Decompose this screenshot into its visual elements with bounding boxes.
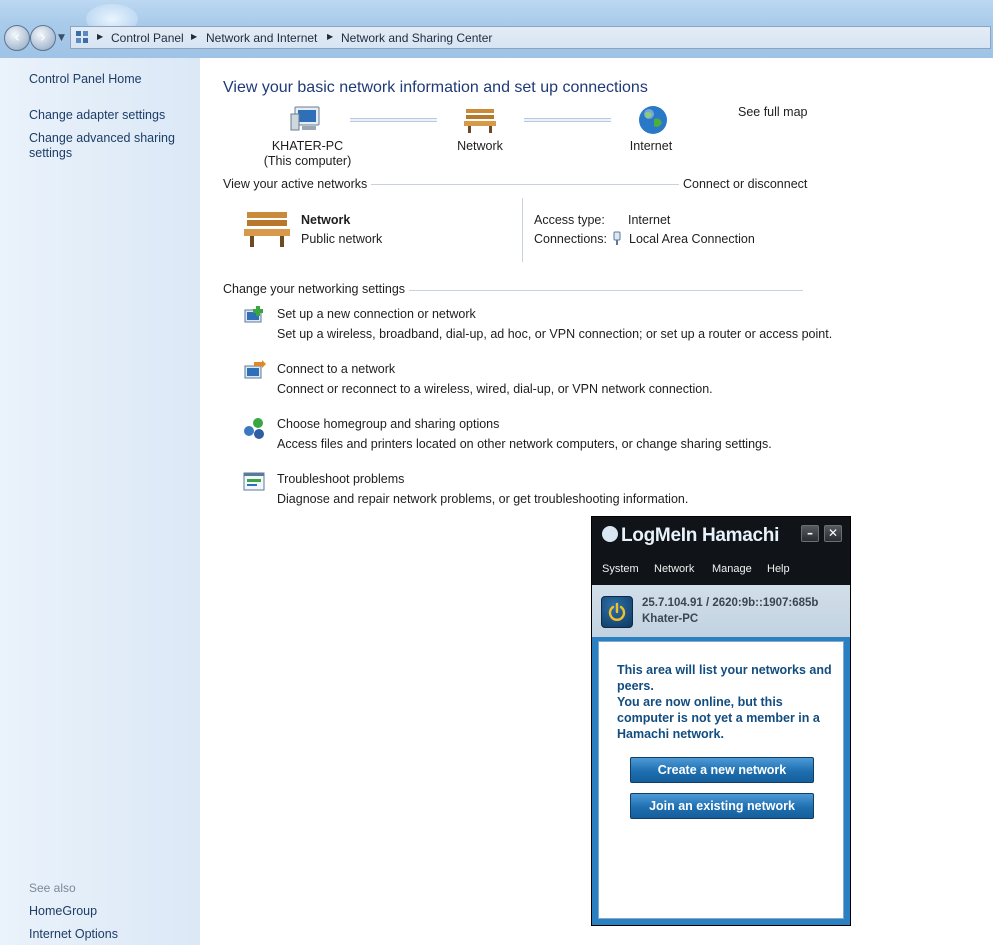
sidebar: Control Panel Home Change adapter settin…: [0, 58, 200, 945]
map-connection-line: [350, 118, 437, 122]
ethernet-plug-icon: [613, 231, 621, 245]
control-panel-icon: [76, 31, 88, 43]
power-icon: [608, 602, 626, 621]
task-connect-network-desc: Connect or reconnect to a wireless, wire…: [277, 382, 713, 396]
access-type-value: Internet: [628, 213, 671, 227]
hamachi-network-list: This area will list your networks and pe…: [598, 641, 844, 919]
create-network-button[interactable]: Create a new network: [630, 757, 814, 783]
hamachi-title: LogMeIn Hamachi: [602, 525, 779, 551]
hamachi-ip-address: 25.7.104.91 / 2620:9b::1907:685b: [642, 597, 819, 609]
connect-network-icon: [244, 360, 266, 379]
homegroup-icon: [244, 418, 264, 439]
connect-or-disconnect-link[interactable]: Connect or disconnect: [679, 177, 808, 191]
menu-help[interactable]: Help: [767, 563, 790, 575]
hamachi-network-area: This area will list your networks and pe…: [592, 637, 850, 925]
task-homegroup-link[interactable]: Choose homegroup and sharing options: [277, 417, 499, 431]
hamachi-hostname: Khater-PC: [642, 613, 699, 625]
forward-arrow-icon: ›: [40, 28, 46, 46]
hamachi-info-message: This area will list your networks and pe…: [617, 663, 832, 741]
task-homegroup-desc: Access files and printers located on oth…: [277, 437, 772, 451]
map-connection-line: [524, 118, 611, 122]
computer-icon[interactable]: [290, 104, 322, 134]
hamachi-logo-icon: [602, 526, 618, 542]
task-troubleshoot-desc: Diagnose and repair network problems, or…: [277, 492, 689, 506]
sidebar-item-change-advanced-sharing[interactable]: Change advanced sharing settings: [29, 131, 189, 161]
see-full-map-link[interactable]: See full map: [738, 105, 807, 119]
active-network-name: Network: [301, 213, 351, 227]
breadcrumb-network-and-internet[interactable]: Network and Internet: [206, 31, 317, 45]
menu-manage[interactable]: Manage: [712, 563, 752, 575]
troubleshoot-icon: [243, 472, 265, 491]
forward-button[interactable]: ›: [30, 25, 56, 51]
window-titlebar: ‹ › ▼ ▶ Control Panel ▶ Network and Inte…: [0, 0, 993, 58]
hamachi-title-text: LogMeIn Hamachi: [621, 525, 780, 546]
new-connection-icon: [244, 306, 263, 323]
address-bar[interactable]: ▶ Control Panel ▶ Network and Internet ▶…: [70, 26, 991, 49]
local-area-connection-link[interactable]: Local Area Connection: [629, 232, 755, 246]
network-bench-icon[interactable]: [463, 106, 497, 134]
menu-network[interactable]: Network: [654, 563, 694, 575]
change-settings-heading: Change your networking settings: [223, 282, 410, 296]
power-button[interactable]: [601, 596, 633, 628]
active-networks-heading: View your active networks: [223, 177, 372, 191]
breadcrumb-separator-icon[interactable]: ▶: [191, 32, 197, 41]
back-button[interactable]: ‹: [4, 25, 30, 51]
breadcrumb-separator-icon[interactable]: ▶: [327, 32, 333, 41]
task-connect-network-link[interactable]: Connect to a network: [277, 362, 395, 376]
hamachi-window[interactable]: LogMeIn Hamachi – ✕ System Network Manag…: [591, 516, 851, 926]
minimize-button[interactable]: –: [801, 525, 819, 542]
page-title: View your basic network information and …: [223, 79, 648, 96]
sidebar-item-change-adapter-settings[interactable]: Change adapter settings: [29, 108, 165, 123]
computer-name: KHATER-PC: [271, 139, 344, 153]
sidebar-item-internet-options[interactable]: Internet Options: [29, 927, 118, 942]
network-type-link[interactable]: Public network: [301, 232, 382, 246]
menu-system[interactable]: System: [602, 563, 639, 575]
sidebar-item-homegroup[interactable]: HomeGroup: [29, 904, 97, 919]
map-network-node[interactable]: Network: [440, 139, 520, 154]
breadcrumb-separator-icon[interactable]: ▶: [97, 32, 103, 41]
computer-subtitle: (This computer): [263, 154, 352, 168]
breadcrumb-network-and-sharing-center[interactable]: Network and Sharing Center: [341, 31, 492, 45]
back-arrow-icon: ‹: [14, 28, 20, 46]
task-troubleshoot-link[interactable]: Troubleshoot problems: [277, 472, 404, 486]
sidebar-item-control-panel-home[interactable]: Control Panel Home: [29, 72, 142, 87]
network-bench-large-icon: [244, 212, 290, 247]
close-button[interactable]: ✕: [824, 525, 842, 542]
map-internet-node[interactable]: Internet: [611, 139, 691, 154]
internet-globe-icon[interactable]: [637, 104, 669, 136]
breadcrumb-control-panel[interactable]: Control Panel: [111, 31, 184, 45]
join-network-button[interactable]: Join an existing network: [630, 793, 814, 819]
hamachi-status-bar: 25.7.104.91 / 2620:9b::1907:685b Khater-…: [592, 585, 850, 637]
vertical-divider: [522, 198, 523, 262]
task-setup-connection-link[interactable]: Set up a new connection or network: [277, 307, 476, 321]
task-setup-connection-desc: Set up a wireless, broadband, dial-up, a…: [277, 327, 833, 341]
see-also-heading: See also: [29, 881, 76, 895]
recent-pages-dropdown-icon[interactable]: ▼: [58, 33, 65, 43]
access-type-label: Access type:: [534, 213, 605, 227]
map-computer-node[interactable]: KHATER-PC (This computer): [255, 139, 360, 169]
connections-label: Connections:: [534, 232, 607, 246]
